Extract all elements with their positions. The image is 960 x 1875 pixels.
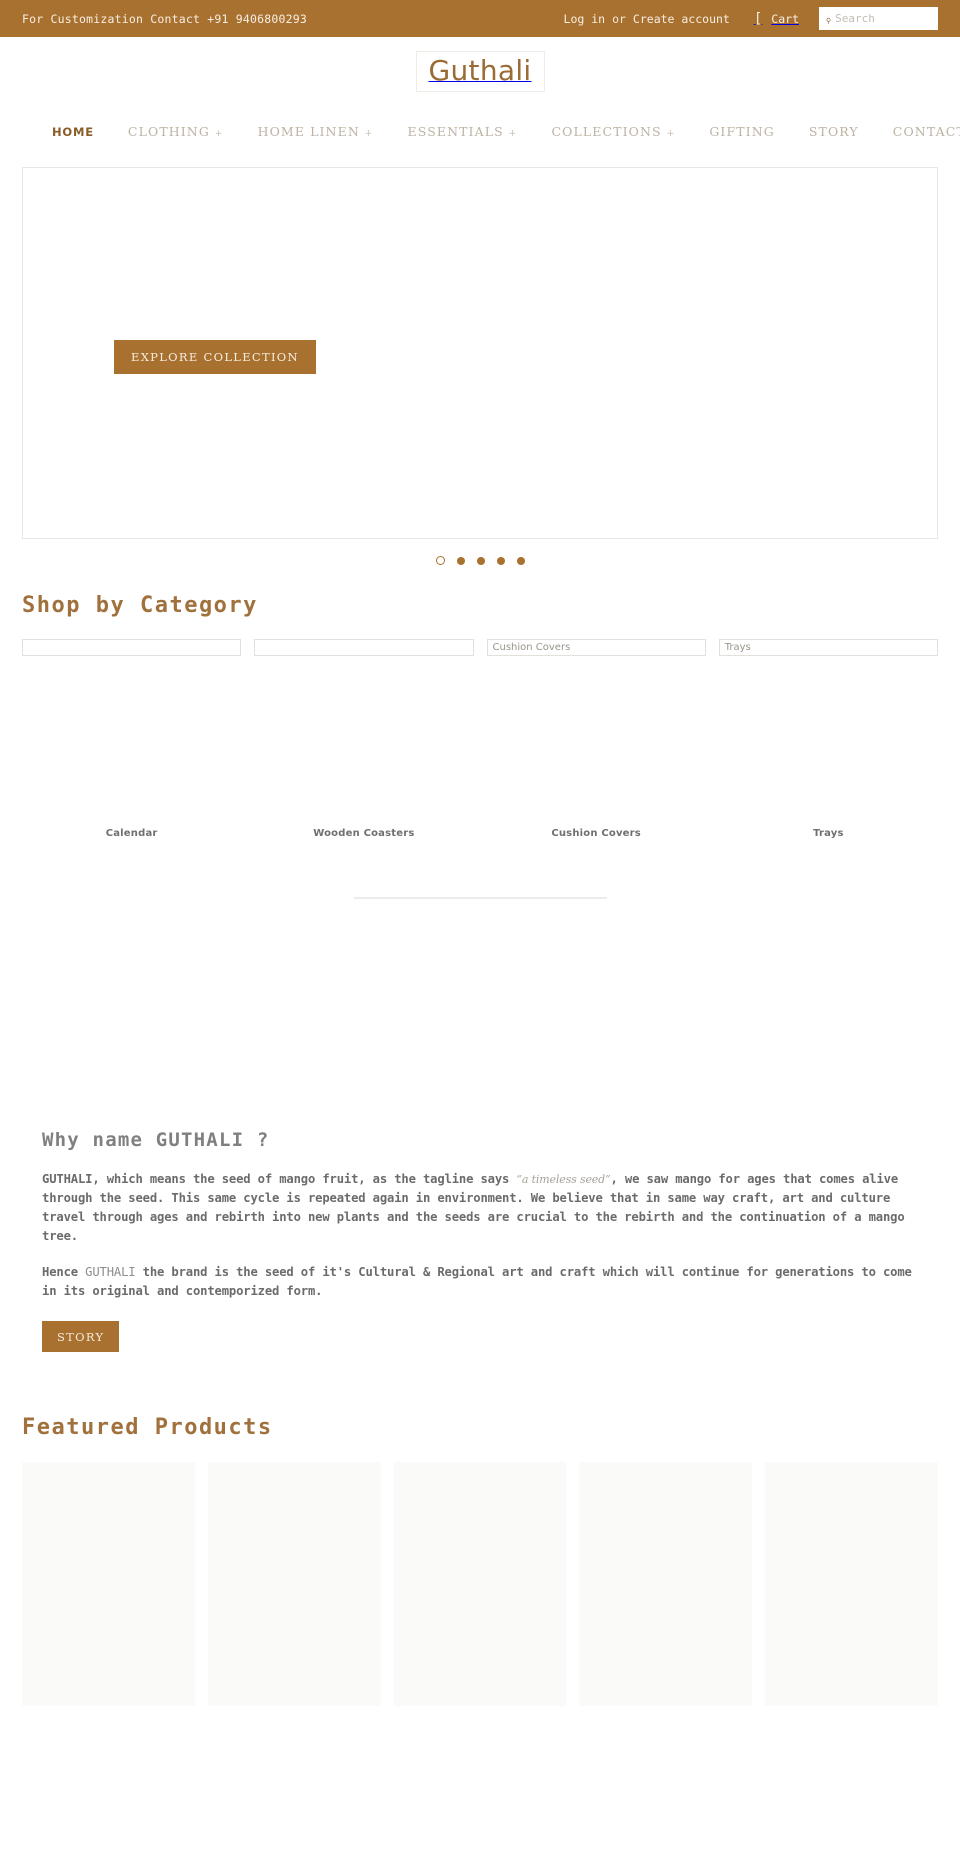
create-account-link[interactable]: Create account [633,12,730,26]
nav-label: ESSENTIALS [407,124,504,139]
category-image-alt: Trays [724,642,751,653]
nav-label: HOME LINEN [257,124,360,139]
explore-collection-button[interactable]: EXPLORE COLLECTION [114,340,316,374]
brand-story-paragraph-2: Hence GUTHALI the brand is the seed of i… [42,1263,920,1301]
category-card-calendar[interactable]: Calendar [22,639,242,839]
story-p1-part1: GUTHALI, which means the seed of mango f… [42,1172,517,1186]
story-p2-part2: the brand is the seed of it's Cultural &… [42,1265,912,1298]
slider-dot-3[interactable] [476,556,485,565]
nav-label: GIFTING [709,124,775,139]
nav-item-clothing[interactable]: CLOTHING + [128,124,224,139]
nav-label: CONTACT US [892,124,960,139]
search-form[interactable]: ⚲ [819,7,938,30]
logo-text: Guthali [428,53,532,87]
product-card[interactable] [393,1462,567,1706]
slider-dot-5[interactable] [516,556,525,565]
main-navigation: HOME CLOTHING + HOME LINEN + ESSENTIALS … [0,105,960,158]
product-card[interactable] [22,1462,195,1706]
section-divider [353,897,607,899]
nav-label: STORY [808,124,859,139]
shop-by-category-heading: Shop by Category [22,593,258,618]
nav-item-home-linen[interactable]: HOME LINEN + [258,124,374,139]
login-link[interactable]: Log in [564,12,606,26]
category-grid: Calendar Wooden Coasters Cushion Covers … [0,639,960,839]
story-brand-name: GUTHALI [85,1265,136,1279]
story-button[interactable]: STORY [42,1321,120,1352]
brand-story-section: Why name GUTHALI ? GUTHALI, which means … [0,1129,960,1352]
broken-image-icon: Trays [718,639,938,656]
featured-products-heading: Featured Products [22,1415,273,1440]
cart-link[interactable]: [ Cart [754,12,799,26]
search-input[interactable] [831,12,931,25]
chevron-down-icon: + [364,129,374,139]
category-card-cushion-covers[interactable]: Cushion Covers Cushion Covers [486,639,706,839]
story-p2-part1: Hence [42,1265,86,1279]
nav-label: HOME [52,124,94,139]
slider-dot-4[interactable] [496,556,505,565]
cart-bracket-icon: [ [753,10,763,27]
shop-by-category-section: Shop by Category Calendar Wooden Coaster… [0,593,960,899]
slider-dot-2[interactable] [456,556,465,565]
category-label: Wooden Coasters [313,828,415,839]
nav-label: CLOTHING [127,124,210,139]
nav-item-contact-us[interactable]: CONTACT US [893,124,960,139]
featured-products-section: Featured Products [0,1415,960,1706]
cart-label: Cart [771,11,799,26]
logo-band: Guthali [0,37,960,105]
category-label: Trays [813,828,844,839]
chevron-down-icon: + [666,129,676,139]
nav-item-story[interactable]: STORY [809,124,859,139]
category-label: Calendar [105,828,158,839]
site-logo[interactable]: Guthali [415,50,545,92]
brand-story-heading: Why name GUTHALI ? [42,1129,270,1151]
brand-story-paragraph-1: GUTHALI, which means the seed of mango f… [42,1170,920,1246]
chevron-down-icon: + [214,129,224,139]
broken-image-icon [22,639,242,656]
broken-image-icon: Cushion Covers [486,639,706,656]
announcement-text: For Customization Contact +91 9406800293 [22,11,307,26]
product-card[interactable] [207,1462,381,1706]
nav-item-collections[interactable]: COLLECTIONS + [551,124,675,139]
category-card-trays[interactable]: Trays Trays [718,639,938,839]
broken-image-icon [254,639,474,656]
account-separator: or [612,11,626,26]
story-tagline: “a timeless seed” [516,1173,611,1186]
product-card[interactable] [765,1462,938,1706]
nav-label: COLLECTIONS [551,124,662,139]
featured-products-grid [0,1462,960,1706]
category-card-wooden-coasters[interactable]: Wooden Coasters [254,639,474,839]
category-label: Cushion Covers [551,828,641,839]
hero-slider: EXPLORE COLLECTION [22,167,938,539]
announcement-bar: For Customization Contact +91 9406800293… [0,0,960,37]
chevron-down-icon: + [508,129,518,139]
product-card[interactable] [579,1462,753,1706]
account-actions: Log in or Create account [ Cart ⚲ [564,7,938,30]
nav-item-gifting[interactable]: GIFTING [709,124,775,139]
nav-item-essentials[interactable]: ESSENTIALS + [408,124,518,139]
category-image-alt: Cushion Covers [492,642,571,653]
hero-slider-dots [0,556,960,565]
nav-item-home[interactable]: HOME [52,125,94,139]
slider-dot-1[interactable] [435,556,445,565]
